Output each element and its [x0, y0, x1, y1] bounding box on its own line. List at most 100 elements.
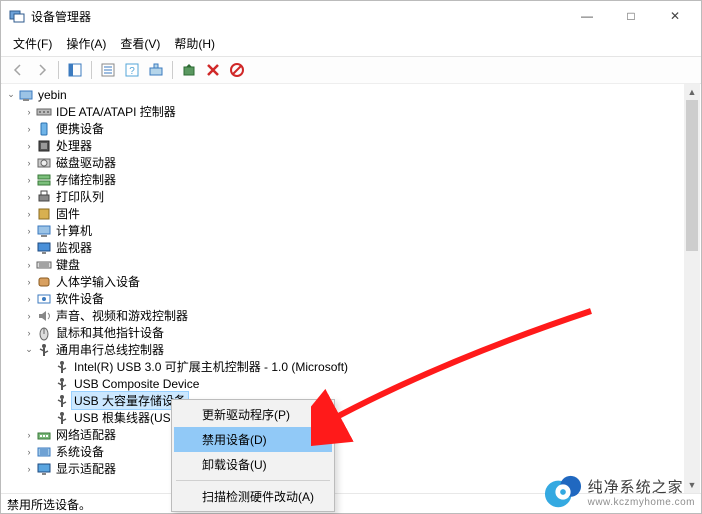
tree-node[interactable]: › 键盘 [2, 256, 684, 273]
monitor-icon [36, 240, 52, 256]
uninstall-button[interactable] [202, 59, 224, 81]
portable-icon [36, 121, 52, 137]
expand-icon[interactable]: › [22, 328, 36, 338]
tree-node[interactable]: ›计算机 [2, 222, 684, 239]
tree-node[interactable]: › 声音、视频和游戏控制器 [2, 307, 684, 324]
show-hidden-button[interactable] [64, 59, 86, 81]
help-button[interactable]: ? [121, 59, 143, 81]
tree-node[interactable]: Intel(R) USB 3.0 可扩展主机控制器 - 1.0 (Microso… [2, 358, 684, 375]
expand-icon[interactable]: › [22, 175, 36, 185]
expand-icon[interactable]: › [22, 243, 36, 253]
menu-file[interactable]: 文件(F) [7, 33, 58, 54]
computer-icon [36, 223, 52, 239]
expand-icon[interactable]: › [22, 311, 36, 321]
expand-icon[interactable]: › [22, 141, 36, 151]
tree-node[interactable]: ›软件设备 [2, 290, 684, 307]
tree-node[interactable]: ›存储控制器 [2, 171, 684, 188]
collapse-icon[interactable]: ⌄ [22, 344, 36, 355]
menu-separator [176, 480, 330, 481]
scroll-track[interactable] [684, 100, 700, 477]
cpu-icon [36, 138, 52, 154]
tree-node[interactable]: › 系统设备 [2, 443, 684, 460]
tree-node[interactable]: › 便携设备 [2, 120, 684, 137]
window-title: 设备管理器 [31, 8, 565, 25]
minimize-button[interactable]: — [565, 1, 609, 31]
tree-node[interactable]: › 磁盘驱动器 [2, 154, 684, 171]
svg-text:?: ? [129, 66, 135, 77]
tree-node[interactable]: ›处理器 [2, 137, 684, 154]
expand-icon[interactable]: › [22, 158, 36, 168]
expand-icon[interactable]: › [22, 260, 36, 270]
properties-button[interactable] [97, 59, 119, 81]
expand-icon[interactable]: › [22, 124, 36, 134]
tree-node-label: IDE ATA/ATAPI 控制器 [56, 103, 176, 120]
tree-node[interactable]: ⌄通用串行总线控制器 [2, 341, 684, 358]
expand-icon[interactable]: › [22, 294, 36, 304]
expand-icon[interactable]: › [22, 464, 36, 474]
menubar: 文件(F) 操作(A) 查看(V) 帮助(H) [1, 31, 701, 56]
menu-update-driver[interactable]: 更新驱动程序(P) [174, 402, 332, 427]
system-icon [36, 444, 52, 460]
tree-node[interactable]: USB 根集线器(US [2, 409, 684, 426]
toolbar: ? [1, 56, 701, 84]
expand-icon[interactable]: › [22, 430, 36, 440]
tree-node[interactable]: › 打印队列 [2, 188, 684, 205]
tree-node-label: 声音、视频和游戏控制器 [56, 307, 188, 324]
scroll-up-icon[interactable]: ▲ [684, 84, 700, 100]
toolbar-separator [91, 61, 92, 79]
watermark-text: 纯净系统之家 [588, 476, 695, 497]
storage-icon [36, 172, 52, 188]
disable-button[interactable] [226, 59, 248, 81]
status-text: 禁用所选设备。 [7, 498, 91, 512]
menu-help[interactable]: 帮助(H) [168, 33, 221, 54]
close-button[interactable]: ✕ [653, 1, 697, 31]
tree-node[interactable]: › 固件 [2, 205, 684, 222]
tree-node-label: 键盘 [56, 256, 80, 273]
window-controls: — □ ✕ [565, 1, 697, 31]
computer-icon [18, 87, 34, 103]
menu-view[interactable]: 查看(V) [114, 33, 166, 54]
vertical-scrollbar[interactable]: ▲ ▼ [684, 84, 700, 493]
scan-button[interactable] [145, 59, 167, 81]
tree-node-label: 鼠标和其他指针设备 [56, 324, 164, 341]
usb-icon [54, 393, 70, 409]
scroll-thumb[interactable] [686, 100, 698, 251]
tree-node-label: 磁盘驱动器 [56, 154, 116, 171]
tree-node-label: 监视器 [56, 239, 92, 256]
tree-node-label: USB Composite Device [74, 377, 199, 391]
menu-uninstall-device[interactable]: 卸载设备(U) [174, 452, 332, 477]
expand-icon[interactable]: › [22, 209, 36, 219]
expand-icon[interactable]: › [22, 447, 36, 457]
maximize-button[interactable]: □ [609, 1, 653, 31]
tree-node-label: 固件 [56, 205, 80, 222]
tree-node[interactable]: › 监视器 [2, 239, 684, 256]
tree-node[interactable]: USB Composite Device [2, 375, 684, 392]
menu-action[interactable]: 操作(A) [60, 33, 112, 54]
context-menu: 更新驱动程序(P) 禁用设备(D) 卸载设备(U) 扫描检测硬件改动(A) [171, 399, 335, 512]
collapse-icon[interactable]: ⌄ [4, 89, 18, 100]
expand-icon[interactable]: › [22, 226, 36, 236]
tree-node[interactable]: › IDE ATA/ATAPI 控制器 [2, 103, 684, 120]
update-driver-button[interactable] [178, 59, 200, 81]
titlebar: 设备管理器 — □ ✕ [1, 1, 701, 31]
tree-node[interactable]: › 人体学输入设备 [2, 273, 684, 290]
app-icon [9, 8, 25, 24]
menu-scan-hardware[interactable]: 扫描检测硬件改动(A) [174, 484, 332, 509]
expand-icon[interactable]: › [22, 192, 36, 202]
menu-disable-device[interactable]: 禁用设备(D) [174, 427, 332, 452]
tree-node[interactable]: › 鼠标和其他指针设备 [2, 324, 684, 341]
tree-node-label: 打印队列 [56, 188, 104, 205]
network-icon [36, 427, 52, 443]
sound-icon [36, 308, 52, 324]
tree-node-label: 人体学输入设备 [56, 273, 140, 290]
expand-icon[interactable]: › [22, 277, 36, 287]
expand-icon[interactable]: › [22, 107, 36, 117]
tree-node-label: 系统设备 [56, 443, 104, 460]
display-icon [36, 461, 52, 477]
tree-node-label: 便携设备 [56, 120, 104, 137]
watermark-text-block: 纯净系统之家 www.kczmyhome.com [588, 476, 695, 508]
device-tree[interactable]: ⌄yebin›IDE ATA/ATAPI 控制器›便携设备›处理器›磁盘驱动器›… [2, 84, 684, 493]
tree-node[interactable]: USB 大容量存储设备 [2, 392, 684, 409]
tree-node[interactable]: ⌄yebin [2, 86, 684, 103]
tree-node[interactable]: ›网络适配器 [2, 426, 684, 443]
